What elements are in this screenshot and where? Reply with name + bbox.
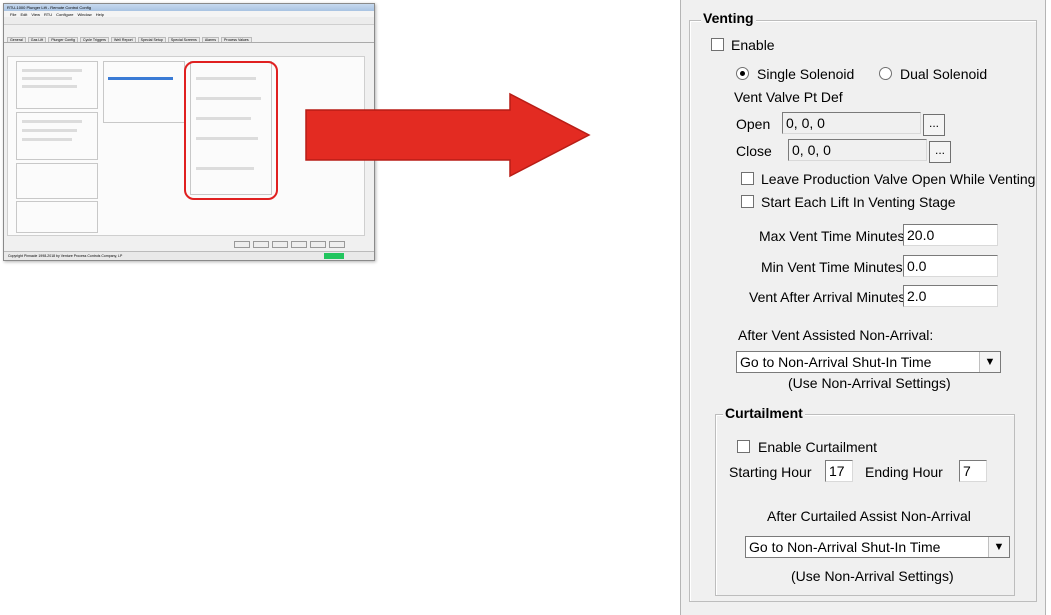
thumb-status-bar: Copyright Pinnacle 1998-2018 by Venture … — [4, 251, 374, 260]
thumb-group-box — [16, 163, 98, 199]
thumb-line — [22, 129, 77, 132]
close-browse-button[interactable]: ... — [929, 141, 951, 163]
close-label: Close — [736, 143, 772, 159]
start-each-lift-checkbox[interactable] — [741, 195, 754, 208]
thumb-button — [234, 241, 250, 248]
curtailment-enable-label: Enable Curtailment — [758, 439, 878, 455]
vent-valve-label: Vent Valve Pt Def — [734, 89, 843, 105]
curtailment-enable-checkbox[interactable] — [737, 440, 750, 453]
max-vent-field[interactable]: 20.0 — [903, 224, 998, 246]
curtailed-after-selected: Go to Non-Arrival Shut-In Time — [749, 539, 941, 555]
max-vent-label: Max Vent Time Minutes: — [759, 228, 909, 244]
thumb-menu-item: View — [31, 11, 40, 17]
thumb-tab: General — [7, 37, 26, 42]
after-vent-note: (Use Non-Arrival Settings) — [788, 375, 951, 391]
single-solenoid-label: Single Solenoid — [757, 66, 855, 82]
thumb-menu-item: File — [10, 11, 17, 17]
leave-open-checkbox[interactable] — [741, 172, 754, 185]
thumb-line — [22, 120, 82, 123]
thumb-status-text: Copyright Pinnacle 1998-2018 by Venture … — [8, 254, 123, 258]
thumb-line — [22, 85, 77, 88]
after-vent-label: After Vent Assisted Non-Arrival: — [738, 327, 934, 343]
thumb-status-indicator — [324, 253, 344, 259]
thumb-header-row — [4, 25, 374, 34]
venting-enable-checkbox[interactable] — [711, 38, 724, 51]
starting-hour-field[interactable]: 17 — [825, 460, 853, 482]
venting-panel: Venting Enable Single Solenoid Dual Sole… — [680, 0, 1046, 615]
thumb-title-bar: RTU-1000 Plunger Lift - Remote Control C… — [4, 4, 374, 11]
thumb-tab: Process Values — [221, 37, 252, 42]
vent-after-label: Vent After Arrival Minutes: — [749, 289, 910, 305]
thumb-tab: Alarms — [201, 37, 219, 42]
dual-solenoid-radio[interactable] — [879, 67, 892, 80]
thumb-menu-item: Help — [95, 11, 104, 17]
venting-legend: Venting — [701, 10, 756, 26]
thumb-tab: Well Report — [110, 37, 136, 42]
thumb-line — [22, 138, 72, 141]
open-browse-button[interactable]: ... — [923, 114, 945, 136]
thumb-tab: Special Setup — [137, 37, 166, 42]
min-vent-label: Min Vent Time Minutes: — [761, 259, 907, 275]
curtailment-legend: Curtailment — [723, 405, 805, 421]
thumb-selected-combo — [108, 77, 173, 80]
start-each-lift-label: Start Each Lift In Venting Stage — [761, 194, 956, 210]
curtailed-after-note: (Use Non-Arrival Settings) — [791, 568, 954, 584]
thumb-highlight-outline — [184, 61, 278, 200]
ending-hour-label: Ending Hour — [865, 464, 943, 480]
dual-solenoid-label: Dual Solenoid — [900, 66, 988, 82]
open-label: Open — [736, 116, 771, 132]
thumb-button — [329, 241, 345, 248]
thumb-button — [291, 241, 307, 248]
thumb-tab: Special Screens — [167, 37, 200, 42]
thumb-tab: Plunger Config — [48, 37, 78, 42]
thumb-line — [22, 69, 82, 72]
thumb-button — [272, 241, 288, 248]
thumb-menu-item: Configure — [56, 11, 74, 17]
vent-after-field[interactable]: 2.0 — [903, 285, 998, 307]
single-solenoid-radio[interactable] — [736, 67, 749, 80]
red-arrow-icon — [305, 92, 591, 178]
chevron-down-icon[interactable]: ▼ — [988, 537, 1009, 557]
thumb-button — [253, 241, 269, 248]
thumb-line — [22, 77, 72, 80]
thumb-group-box — [103, 61, 185, 123]
after-vent-selected: Go to Non-Arrival Shut-In Time — [740, 354, 932, 370]
thumb-toolbar — [4, 17, 374, 25]
leave-open-label: Leave Production Valve Open While Ventin… — [761, 171, 1036, 187]
close-point-field[interactable]: 0, 0, 0 — [788, 139, 927, 161]
thumb-button — [310, 241, 326, 248]
venting-enable-label: Enable — [731, 37, 775, 53]
ending-hour-field[interactable]: 7 — [959, 460, 987, 482]
thumb-tab: Gas Lift — [27, 37, 47, 42]
thumb-menu-item: Window — [77, 11, 92, 17]
thumb-bottom-buttons — [234, 241, 345, 248]
open-point-field[interactable]: 0, 0, 0 — [782, 112, 921, 134]
thumb-tab: Cycle Triggers — [79, 37, 109, 42]
min-vent-field[interactable]: 0.0 — [903, 255, 998, 277]
thumb-group-box — [16, 201, 98, 233]
starting-hour-label: Starting Hour — [729, 464, 812, 480]
curtailed-after-select[interactable]: Go to Non-Arrival Shut-In Time ▼ — [745, 536, 1010, 558]
chevron-down-icon[interactable]: ▼ — [979, 352, 1000, 372]
thumb-menu-item: RTU — [43, 11, 53, 17]
after-vent-select[interactable]: Go to Non-Arrival Shut-In Time ▼ — [736, 351, 1001, 373]
thumb-title: RTU-1000 Plunger Lift - Remote Control C… — [7, 5, 91, 10]
thumb-tab-strip: General Gas Lift Plunger Config Cycle Tr… — [4, 34, 374, 43]
thumb-menu-item: Edit — [20, 11, 28, 17]
curtailed-after-label: After Curtailed Assist Non-Arrival — [767, 508, 971, 524]
